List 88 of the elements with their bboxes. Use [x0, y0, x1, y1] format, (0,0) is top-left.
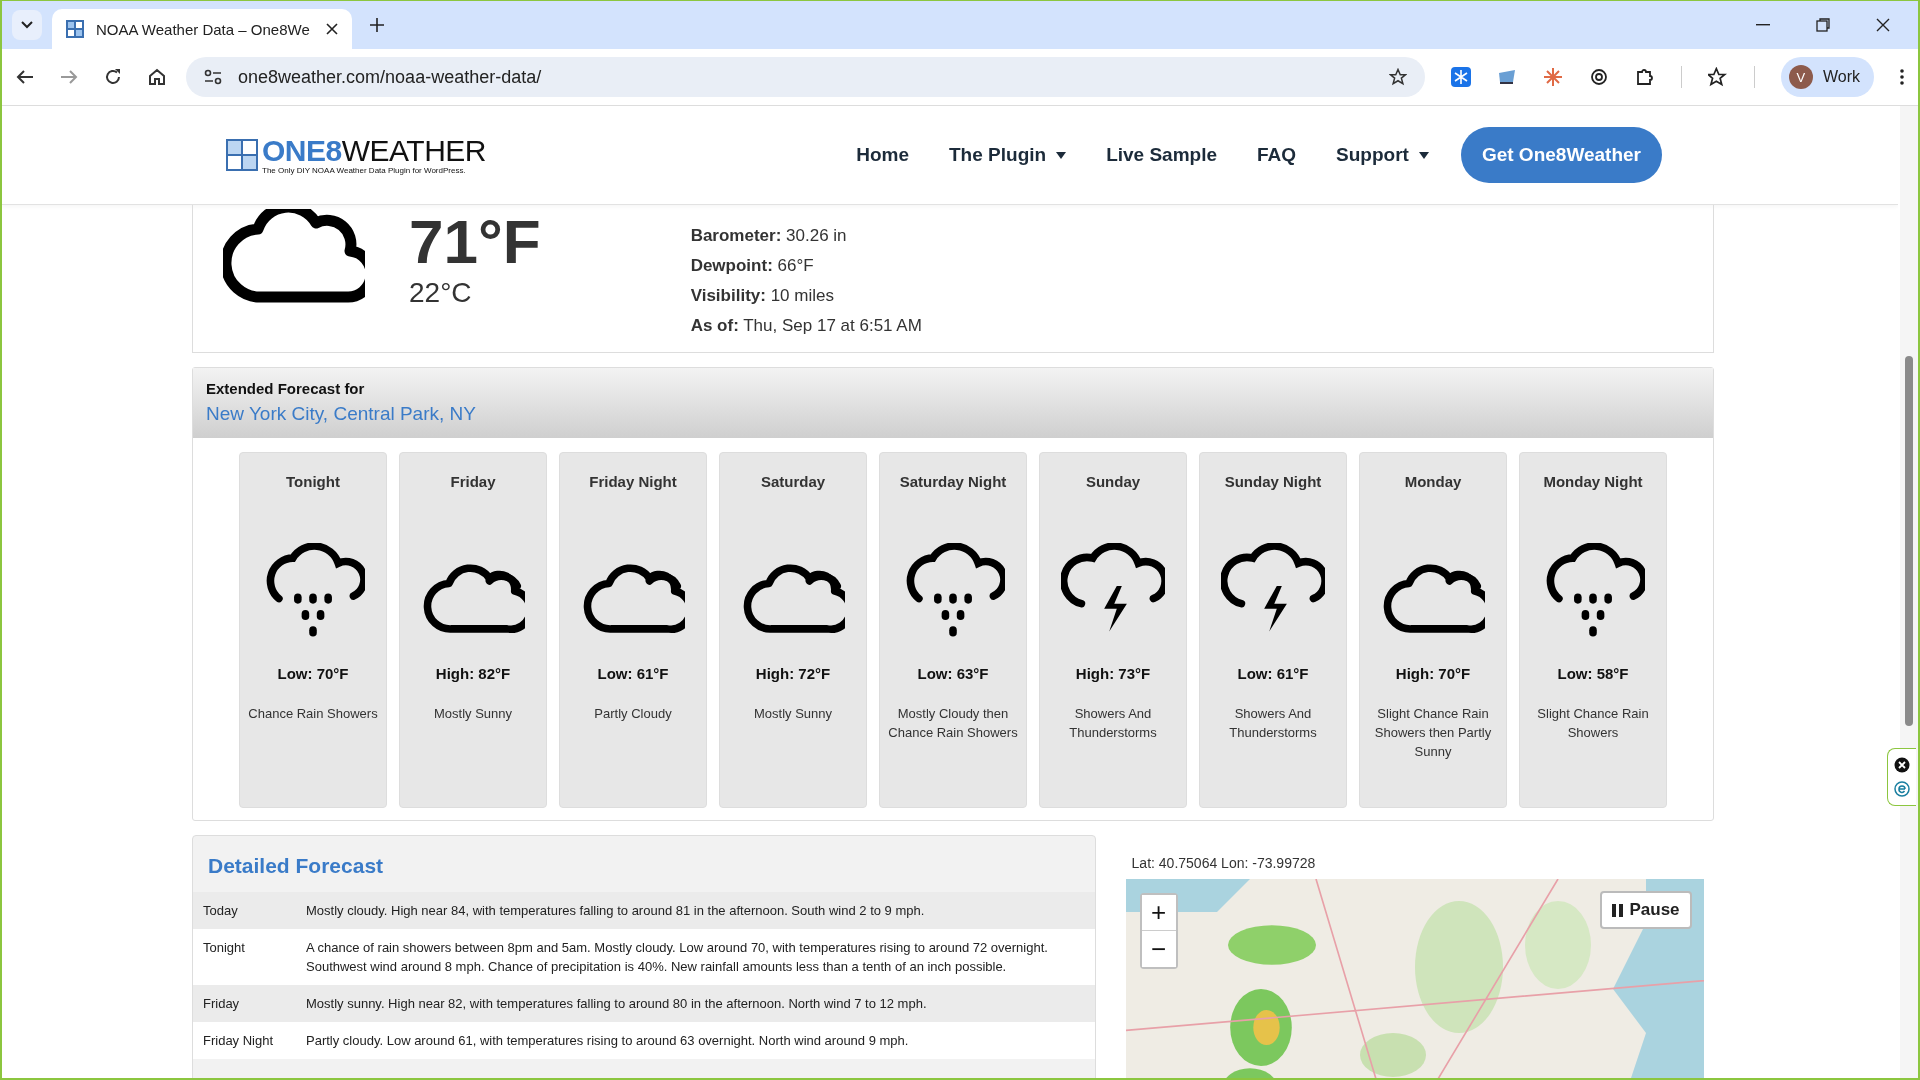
zoom-in-button[interactable]: +: [1141, 895, 1176, 931]
scrollbar[interactable]: [1900, 106, 1918, 1078]
nav-link[interactable]: Home: [856, 144, 909, 166]
puzzle-icon[interactable]: [1634, 67, 1655, 87]
coordinates-text: Lat: 40.75064 Lon: -73.99728: [1130, 854, 1317, 873]
detailed-forecast-title: Detailed Forecast: [207, 853, 385, 879]
period-temperature: High: 82°F: [435, 665, 511, 682]
period-summary: Mostly Cloudy then Chance Rain Showers: [887, 705, 1019, 742]
forecast-text: Mostly cloudy. High near 84, with temperatures falling to around 81 in the afternoon. South wind 2 to 9 mph.: [306, 902, 925, 920]
condition-detail: As of: Thu, Sep 17 at 6:51 AM: [690, 315, 922, 337]
period-name: Sunday Night: [1224, 473, 1322, 492]
period-name: Sunday: [1085, 473, 1141, 492]
cloud-icon: [223, 209, 365, 305]
close-tab-icon[interactable]: [326, 23, 338, 35]
period-summary: Slight Chance Rain Showers then Partly Sunny: [1373, 705, 1493, 761]
get-plugin-button[interactable]: Get One8Weather: [1460, 127, 1662, 183]
nav-link[interactable]: Live Sample: [1106, 144, 1217, 166]
period-name: Monday Night: [1543, 473, 1643, 492]
period-summary: Showers And Thunderstorms: [1068, 705, 1158, 742]
condition-detail: Dewpoint: 66°F: [690, 255, 815, 277]
circled-e-icon[interactable]: [1894, 781, 1910, 797]
period-name: Monday: [1404, 473, 1462, 492]
nav-link[interactable]: FAQ: [1257, 144, 1297, 166]
period-temperature: Low: 61°F: [597, 665, 669, 682]
period-temperature: Low: 61°F: [1237, 665, 1309, 682]
restore-icon[interactable]: [1816, 18, 1830, 32]
tab-search-button[interactable]: [12, 10, 42, 40]
close-window-icon[interactable]: [1876, 18, 1890, 32]
period-label: Tonight: [203, 939, 246, 957]
home-icon[interactable]: [148, 68, 166, 86]
burst-extension-icon[interactable]: [1542, 67, 1563, 87]
tagline: The Only DIY NOAA Weather Data Plugin for WordPress.: [262, 165, 467, 175]
period-name: Saturday Night: [899, 473, 1007, 492]
nav-link[interactable]: The Plugin: [949, 144, 1067, 166]
period-summary: Mostly Sunny: [432, 705, 513, 723]
extended-forecast-heading: Extended Forecast for: [206, 380, 366, 397]
temperature-fahrenheit: 71°F: [409, 207, 541, 277]
period-label: Friday: [203, 995, 241, 1013]
period-summary: Partly Cloudy: [593, 705, 673, 723]
temperature-celsius: 22°C: [409, 277, 473, 309]
period-temperature: High: 72°F: [755, 665, 831, 682]
address-bar[interactable]: one8weather.com/noaa-weather-data/: [186, 57, 1425, 97]
menu-icon[interactable]: [1900, 69, 1904, 85]
period-name: Tonight: [286, 473, 340, 492]
forecast-text: A chance of rain showers between 8pm and 5am. Mostly cloudy. Low around 70, with temperatures rising to around 72 overnight. Southwest wind around 8 mph. Chance of precipitation is 40%. New rainfall amounts less than a tenth of an inch possible.: [306, 939, 1049, 976]
back-icon[interactable]: [16, 69, 34, 85]
url-text: one8weather.com/noaa-weather-data/: [238, 66, 543, 88]
profile-button[interactable]: V Work: [1780, 57, 1874, 97]
bookmark-star-icon[interactable]: [1388, 68, 1407, 86]
pause-button[interactable]: Pause: [1600, 891, 1692, 929]
minimize-icon[interactable]: [1756, 24, 1770, 26]
forward-icon[interactable]: [60, 69, 78, 85]
period-summary: Mostly Sunny: [752, 705, 833, 723]
period-name: Friday: [450, 473, 496, 492]
brand-name[interactable]: ONE8WEATHER: [262, 135, 486, 166]
site-info-icon[interactable]: [204, 69, 222, 85]
period-temperature: Low: 70°F: [277, 665, 349, 682]
forecast-text: Mostly sunny. High near 82, with temperatures falling to around 80 in the afternoon. North wind 7 to 12 mph.: [306, 995, 927, 1013]
favicon-icon: [66, 20, 84, 38]
avatar: V: [1788, 65, 1813, 89]
new-tab-icon[interactable]: [370, 18, 384, 32]
chevron-down-icon: [21, 21, 33, 29]
condition-detail: Visibility: 10 miles: [690, 285, 835, 307]
favorites-icon[interactable]: [1707, 67, 1728, 87]
period-summary: Chance Rain Showers: [247, 705, 379, 723]
period-label: Today: [203, 902, 239, 920]
period-summary: Showers And Thunderstorms: [1228, 705, 1318, 742]
period-label: Friday Night: [203, 1032, 275, 1050]
tab-title: NOAA Weather Data – One8We: [96, 20, 311, 38]
forecast-text: Partly cloudy. Low around 61, with temperatures rising to around 63 overnight. North wind around 9 mph.: [306, 1032, 909, 1050]
tray-extension-icon[interactable]: [1496, 67, 1517, 87]
period-summary: Slight Chance Rain Showers: [1536, 705, 1650, 742]
condition-detail: Barometer: 30.26 in: [690, 225, 848, 247]
close-icon[interactable]: [1894, 757, 1910, 773]
period-temperature: Low: 63°F: [917, 665, 989, 682]
browser-tab[interactable]: NOAA Weather Data – One8We: [52, 9, 352, 49]
period-name: Saturday: [760, 473, 826, 492]
period-temperature: Low: 58°F: [1557, 665, 1629, 682]
period-temperature: High: 70°F: [1395, 665, 1471, 682]
logo-icon: [226, 139, 258, 171]
period-name: Friday Night: [589, 473, 677, 492]
pause-icon: [1612, 903, 1624, 917]
caret-icon: [1056, 151, 1067, 159]
snowflake-extension-icon[interactable]: [1450, 67, 1471, 87]
nav-link[interactable]: Support: [1336, 144, 1429, 166]
caret-icon: [1418, 151, 1429, 159]
period-temperature: High: 73°F: [1075, 665, 1151, 682]
reload-icon[interactable]: [104, 68, 122, 86]
